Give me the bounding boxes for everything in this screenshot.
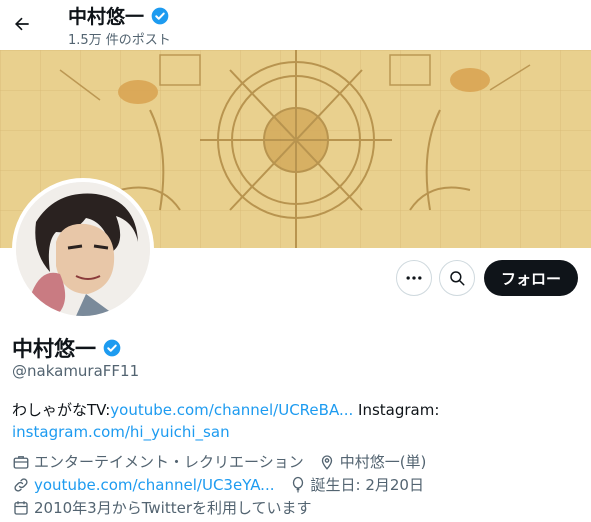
profile-meta-row-3: 2010年3月からTwitterを利用しています (12, 497, 326, 518)
profile-bio: わしゃがなTV:youtube.com/channel/UCReBA... In… (12, 399, 582, 443)
back-button[interactable] (6, 8, 38, 40)
bio-instagram-link[interactable]: instagram.com/hi_yuichi_san (12, 423, 230, 441)
verified-badge-icon (150, 6, 170, 26)
top-bar: 中村悠一 1.5万 件のポスト (0, 0, 591, 48)
avatar-container (12, 178, 154, 320)
profile-meta-row-1: エンターテイメント・レクリエーション 中村悠一(単) (12, 451, 440, 472)
more-horizontal-icon (406, 276, 422, 280)
search-icon (450, 271, 465, 286)
profile-handle: @nakamuraFF11 (12, 362, 140, 380)
calendar-icon (12, 499, 30, 517)
meta-location-text: 中村悠一(単) (339, 453, 427, 471)
profile-name: 中村悠一 (12, 337, 96, 361)
meta-birthday-text: 誕生日: 2月20日 (310, 476, 424, 494)
meta-category-text: エンターテイメント・レクリエーション (34, 453, 304, 471)
balloon-icon (289, 476, 307, 494)
meta-location: 中村悠一(単) (318, 451, 427, 472)
search-posts-button[interactable] (439, 260, 475, 296)
profile-meta-row-2: youtube.com/channel/UC3eYA... 誕生日: 2月20日 (12, 474, 438, 495)
post-count: 1.5万 件のポスト (68, 33, 171, 48)
briefcase-icon (12, 453, 30, 471)
meta-joined: 2010年3月からTwitterを利用しています (12, 497, 312, 518)
verified-badge-icon[interactable] (102, 338, 122, 358)
bio-text-prefix: わしゃがなTV: (12, 401, 111, 419)
location-pin-icon (318, 453, 336, 471)
meta-website-link[interactable]: youtube.com/channel/UC3eYA... (34, 476, 275, 494)
avatar[interactable] (12, 178, 154, 320)
link-icon (12, 476, 30, 494)
follow-button[interactable]: フォロー (484, 260, 578, 296)
meta-birthday: 誕生日: 2月20日 (289, 474, 424, 495)
header-title: 中村悠一 (68, 2, 170, 29)
more-options-button[interactable] (396, 260, 432, 296)
bio-text-middle: Instagram: (353, 401, 440, 419)
bio-youtube-link[interactable]: youtube.com/channel/UCReBA... (110, 401, 353, 419)
meta-website: youtube.com/channel/UC3eYA... (12, 476, 275, 494)
header-name: 中村悠一 (68, 6, 145, 28)
profile-name-row: 中村悠一 (12, 333, 122, 363)
meta-category: エンターテイメント・レクリエーション (12, 451, 304, 472)
arrow-left-icon (15, 17, 29, 31)
avatar-illustration (16, 182, 150, 316)
meta-joined-text: 2010年3月からTwitterを利用しています (34, 499, 312, 517)
